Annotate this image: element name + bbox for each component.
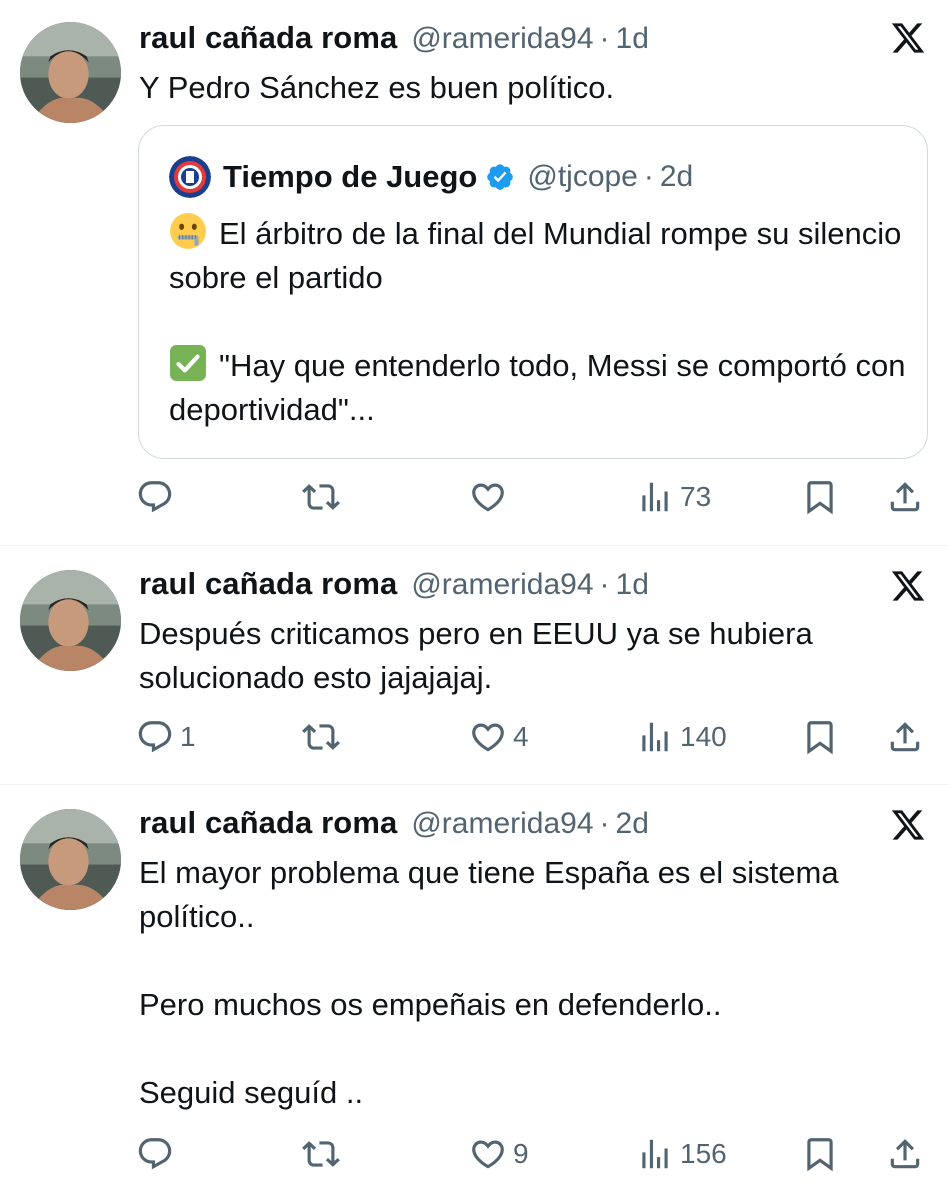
reply-icon xyxy=(138,1138,172,1170)
avatar[interactable] xyxy=(20,570,121,671)
retweet-button[interactable] xyxy=(302,1129,346,1179)
share-button[interactable] xyxy=(886,472,924,522)
author-name[interactable]: raul cañada roma xyxy=(139,805,397,841)
retweet-icon xyxy=(302,724,340,750)
retweet-button[interactable] xyxy=(302,472,346,522)
separator-dot: · xyxy=(643,160,654,193)
tweet-3[interactable]: raul cañada roma @ramerida94 · 2d El may… xyxy=(0,785,948,1200)
avatar[interactable] xyxy=(20,22,121,123)
views-icon xyxy=(642,722,668,752)
bookmark-button[interactable] xyxy=(801,1129,839,1179)
quoted-text-line-2: "Hay que entenderlo todo, Messi se compo… xyxy=(169,344,909,432)
timestamp[interactable]: 1d xyxy=(616,22,649,56)
author-handle[interactable]: @ramerida94 xyxy=(411,568,593,602)
share-icon xyxy=(890,1139,920,1169)
reply-icon xyxy=(138,481,172,513)
bookmark-icon xyxy=(807,481,833,515)
separator-dot: · xyxy=(599,568,610,601)
tweet-1[interactable]: raul cañada roma @ramerida94 · 1d Y Pedr… xyxy=(0,0,948,545)
tweet-text: Y Pedro Sánchez es buen político. xyxy=(139,70,615,105)
like-count: 9 xyxy=(513,1138,529,1169)
reply-button[interactable] xyxy=(136,1129,180,1179)
quoted-author-name[interactable]: Tiempo de Juego xyxy=(223,159,477,195)
avatar-photo xyxy=(20,570,121,671)
heart-icon xyxy=(472,1140,504,1169)
timestamp[interactable]: 2d xyxy=(616,807,649,841)
tweet-text: Después criticamos pero en EEUU ya se hu… xyxy=(139,616,813,695)
quoted-text-line-1: El árbitro de la final del Mundial rompe… xyxy=(169,212,909,300)
like-button[interactable]: 9 xyxy=(469,1129,529,1179)
author-name[interactable]: raul cañada roma xyxy=(139,566,397,602)
bookmark-button[interactable] xyxy=(801,472,839,522)
share-button[interactable] xyxy=(886,712,924,762)
avatar-photo xyxy=(20,809,121,910)
retweet-button[interactable] xyxy=(302,712,346,762)
quoted-timestamp[interactable]: 2d xyxy=(660,160,693,194)
avatar[interactable] xyxy=(20,809,121,910)
views-button[interactable]: 140 xyxy=(636,712,727,762)
reply-button[interactable]: 1 xyxy=(136,712,196,762)
reply-icon xyxy=(138,721,172,753)
tweet-text-paragraph-1: El mayor problema que tiene España es el… xyxy=(139,855,839,934)
like-button[interactable] xyxy=(469,472,513,522)
like-count: 4 xyxy=(513,721,529,752)
quoted-avatar[interactable] xyxy=(169,156,211,198)
retweet-icon xyxy=(302,1141,340,1167)
views-icon xyxy=(642,482,668,512)
heart-icon xyxy=(472,483,504,512)
check-mark-button-emoji xyxy=(170,345,206,381)
quoted-author-handle[interactable]: @tjcope xyxy=(527,160,638,194)
like-button[interactable]: 4 xyxy=(469,712,529,762)
bookmark-icon xyxy=(807,1138,833,1172)
x-logo-icon[interactable] xyxy=(890,807,926,843)
tweet-text-paragraph-3: Seguid seguíd .. xyxy=(139,1075,364,1110)
heart-icon xyxy=(472,723,504,752)
view-count: 156 xyxy=(680,1138,727,1169)
author-name[interactable]: raul cañada roma xyxy=(139,20,397,56)
share-icon xyxy=(890,482,920,512)
quoted-text: El árbitro de la final del Mundial rompe… xyxy=(169,216,902,295)
zipper-mouth-face-emoji xyxy=(170,213,206,249)
quoted-text: "Hay que entenderlo todo, Messi se compo… xyxy=(169,348,906,427)
view-count: 140 xyxy=(680,721,727,752)
bookmark-button[interactable] xyxy=(801,712,839,762)
share-icon xyxy=(890,722,920,752)
author-handle[interactable]: @ramerida94 xyxy=(411,807,593,841)
verified-badge-icon xyxy=(487,164,514,190)
views-icon xyxy=(642,1139,668,1169)
author-handle[interactable]: @ramerida94 xyxy=(411,22,593,56)
reply-count: 1 xyxy=(180,721,196,752)
x-logo-icon[interactable] xyxy=(890,568,926,604)
share-button[interactable] xyxy=(886,1129,924,1179)
bookmark-icon xyxy=(807,721,833,755)
reply-button[interactable] xyxy=(136,472,180,522)
retweet-icon xyxy=(302,484,340,510)
tweet-text-paragraph-2: Pero muchos os empeñais en defenderlo.. xyxy=(139,987,722,1022)
timestamp[interactable]: 1d xyxy=(616,568,649,602)
quoted-tweet[interactable]: Tiempo de Juego @tjcope · 2d El árbitro … xyxy=(138,125,928,459)
views-button[interactable]: 73 xyxy=(636,472,711,522)
views-button[interactable]: 156 xyxy=(636,1129,727,1179)
avatar-photo xyxy=(20,22,121,123)
x-logo-icon[interactable] xyxy=(890,20,926,56)
separator-dot: · xyxy=(599,807,610,840)
separator-dot: · xyxy=(599,22,610,55)
tweet-2[interactable]: raul cañada roma @ramerida94 · 1d Despué… xyxy=(0,546,948,784)
view-count: 73 xyxy=(680,481,712,512)
